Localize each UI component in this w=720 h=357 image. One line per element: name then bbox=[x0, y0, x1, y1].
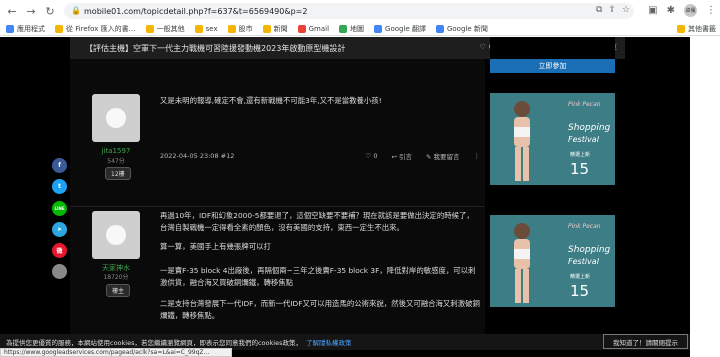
post-12: jita1597 547分 12樓 又是未明的報導,確定不會,還有新戰機不可能3… bbox=[70, 59, 485, 206]
lock-icon[interactable]: 🔒 bbox=[71, 6, 81, 15]
ad-line2: Festival bbox=[568, 257, 599, 266]
facebook-share-button[interactable]: f bbox=[52, 158, 67, 173]
ad-banner[interactable]: Pink Pecan Shopping Festival 精選上新 15 bbox=[490, 93, 615, 185]
like-icon: ♡ bbox=[479, 43, 486, 51]
address-url: mobile01.com/topicdetail.php?f=637&t=656… bbox=[84, 6, 308, 16]
folder-icon bbox=[677, 25, 685, 33]
floor-badge: 樓主 bbox=[106, 284, 131, 297]
post-op: 天家神水 18720分 樓主 再過10年，IDF和幻象2000-5都要退了，這個… bbox=[70, 206, 485, 346]
folder-icon bbox=[145, 24, 154, 33]
ad-model-image bbox=[514, 223, 530, 303]
post-user-score: 18720分 bbox=[103, 274, 129, 281]
bookmark-apps[interactable]: 應用程式 bbox=[6, 24, 45, 34]
quote-button[interactable]: ↩ 引言 bbox=[391, 151, 412, 161]
share-page-icon[interactable]: ⇪ bbox=[608, 5, 616, 15]
post-text: 又是未明的報導,確定不會,還有新戰機不可能3年,又不是當教養小孩! bbox=[160, 96, 382, 105]
topic-title: 【評估主機】空軍下一代主力戰機可習陸援發動機2023年啟動原型機設計 bbox=[85, 43, 346, 53]
telegram-icon: ➤ bbox=[56, 226, 63, 233]
comment-button[interactable]: ✎ 我要留言 bbox=[426, 151, 460, 161]
ad-line3: 精選上新 bbox=[570, 152, 591, 158]
bookmark-maps[interactable]: 地圖 bbox=[339, 24, 364, 34]
telegram-share-button[interactable]: ➤ bbox=[52, 222, 67, 237]
post-user-score: 547分 bbox=[107, 158, 125, 165]
forward-icon[interactable]: → bbox=[24, 4, 38, 18]
twitter-share-button[interactable]: t bbox=[52, 179, 67, 194]
weibo-share-button[interactable]: 微 bbox=[52, 243, 67, 258]
folder-icon bbox=[194, 24, 203, 33]
privacy-policy-link[interactable]: 了解隱私權政策 bbox=[306, 337, 352, 347]
ad-join-button[interactable]: 立即參加 bbox=[490, 59, 615, 73]
twitter-icon: t bbox=[58, 183, 61, 190]
address-bar[interactable]: 🔒 mobile01.com/topicdetail.php?f=637&t=6… bbox=[64, 3, 634, 19]
post-username[interactable]: jita1597 bbox=[86, 147, 146, 155]
star-icon[interactable]: ☆ bbox=[622, 5, 630, 15]
apps-icon bbox=[6, 24, 14, 33]
ad-banner[interactable]: Pink Pecan Shopping Festival 精選上新 15 bbox=[490, 215, 615, 307]
reading-list-icon[interactable]: ▣ bbox=[648, 5, 657, 16]
page-scrollbar[interactable] bbox=[690, 37, 720, 357]
ad-brand: Pink Pecan bbox=[568, 101, 601, 108]
ad-sidebar: 立即參加 Pink Pecan Shopping Festival 精選上新 1… bbox=[490, 37, 615, 357]
translate-icon[interactable]: ⧉ bbox=[596, 5, 602, 15]
post-meta: 2022-04-05 23:08 #12 ♡ 0 ↩ 引言 ✎ 我要留言 ⋮ bbox=[160, 151, 481, 161]
ad-line3: 精選上新 bbox=[570, 274, 591, 280]
folder-icon bbox=[55, 24, 63, 33]
maps-icon bbox=[339, 24, 348, 33]
cookie-text: 為提供您更優質的服務，本網站使用cookies，若您繼續瀏覽網頁，即表示您同意我… bbox=[6, 339, 302, 347]
post-like-button[interactable]: ♡ 0 bbox=[365, 152, 377, 160]
post-paragraph-2: 算一算，美國手上有幾張牌可以打 bbox=[160, 242, 271, 251]
facebook-icon: f bbox=[58, 162, 61, 169]
profile-avatar[interactable]: 卓儒 bbox=[684, 4, 697, 17]
ad-discount: 15 bbox=[570, 160, 590, 178]
avatar-placeholder-icon bbox=[106, 225, 126, 245]
translate-icon bbox=[374, 24, 383, 33]
more-share-button[interactable] bbox=[52, 264, 67, 279]
bookmark-firefox[interactable]: 從 Firefox 匯入的書… bbox=[55, 24, 136, 34]
post-date: 2022-04-05 23:08 #12 bbox=[160, 152, 235, 160]
bookmark-google-news[interactable]: Google 新聞 bbox=[435, 24, 488, 34]
folder-icon bbox=[262, 24, 271, 33]
gmail-icon bbox=[297, 24, 306, 33]
bookmarks-bar: 應用程式 從 Firefox 匯入的書… 一般其他 sex 股市 新聞 Gmai… bbox=[0, 22, 720, 36]
weibo-icon: 微 bbox=[56, 248, 63, 255]
browser-toolbar: ← → ↻ 🔒 mobile01.com/topicdetail.php?f=6… bbox=[0, 0, 720, 22]
bookmark-gmail[interactable]: Gmail bbox=[297, 24, 329, 33]
avatar[interactable] bbox=[92, 94, 140, 142]
ad-line1: Shopping bbox=[568, 245, 611, 255]
bookmark-stocks[interactable]: 股市 bbox=[227, 24, 253, 34]
floor-badge: 12樓 bbox=[105, 167, 131, 180]
ad-line2: Festival bbox=[568, 135, 599, 144]
post-paragraph-4: 二是支持台灣發展下一代IDF，而新一代IDF又可以用造馬的公術來說，然後又可融合… bbox=[160, 299, 480, 320]
bookmark-translate[interactable]: Google 翻譯 bbox=[374, 24, 426, 34]
reload-icon[interactable]: ↻ bbox=[43, 4, 57, 18]
ad-discount: 15 bbox=[570, 282, 590, 300]
avatar[interactable] bbox=[92, 211, 140, 259]
extensions-icon[interactable]: ✱ bbox=[667, 5, 675, 16]
post-paragraph-1: 再過10年，IDF和幻象2000-5都要退了，這個空缺要不要補？現在就該是要做出… bbox=[160, 211, 474, 232]
menu-icon[interactable]: ⋮ bbox=[706, 5, 716, 16]
folder-icon bbox=[227, 24, 236, 33]
bookmark-other[interactable]: 其他書籤 bbox=[677, 24, 716, 34]
status-bar-url: https://www.googleadservices.com/pagead/… bbox=[0, 348, 232, 357]
line-share-button[interactable]: LINE bbox=[52, 201, 67, 216]
back-icon[interactable]: ← bbox=[5, 4, 19, 18]
news-icon bbox=[435, 24, 444, 33]
post-paragraph-3: 一是賣F-35 block 4出廠後，再隔個兩~三年之後賣F-35 block … bbox=[160, 266, 476, 287]
browser-window: ← → ↻ 🔒 mobile01.com/topicdetail.php?f=6… bbox=[0, 0, 720, 357]
bookmark-sex[interactable]: sex bbox=[194, 24, 218, 33]
cookie-close-button[interactable]: 我知道了！請關閉提示 bbox=[603, 334, 688, 349]
ad-brand: Pink Pecan bbox=[568, 223, 601, 230]
ad-model-image bbox=[514, 101, 530, 181]
page-content: 【評估主機】空軍下一代主力戰機可習陸援發動機2023年啟動原型機設計 ♡0 ⊡收… bbox=[0, 37, 720, 357]
ad-line1: Shopping bbox=[568, 123, 611, 133]
bookmark-news[interactable]: 新聞 bbox=[262, 24, 288, 34]
bookmark-general[interactable]: 一般其他 bbox=[145, 24, 185, 34]
avatar-placeholder-icon bbox=[106, 108, 126, 128]
more-options-icon[interactable]: ⋮ bbox=[474, 152, 481, 160]
line-icon: LINE bbox=[54, 206, 65, 211]
